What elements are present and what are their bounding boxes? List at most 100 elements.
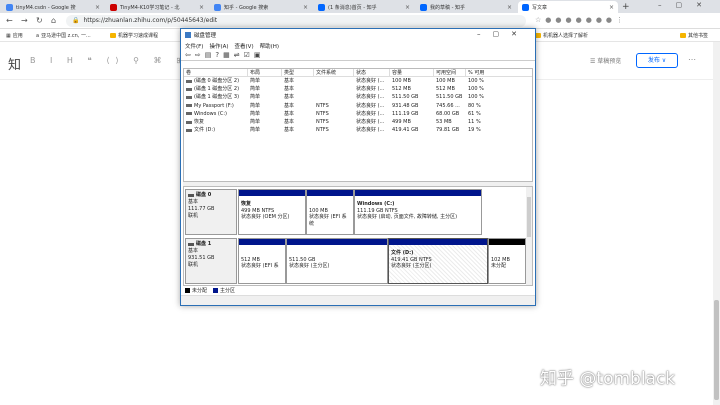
disk-1-info[interactable]: 磁盘 1 基本 931.51 GB 联机 [185,238,237,284]
zhihu-logo[interactable]: 知 [8,54,21,73]
column-header[interactable]: 可用空间 [434,69,466,76]
connect-icon[interactable]: ⇌ [234,51,240,59]
menu-help[interactable]: 帮助(H) [260,42,279,50]
url-bar[interactable]: 🔒 https://zhuanlan.zhihu.com/p/50445643/e… [66,15,526,27]
disk-size: 111.77 GB [188,206,215,212]
volume-cell: My Passport (F:) [184,102,248,110]
bookmark-others[interactable]: 其他书签 [680,32,708,39]
partition-unallocated[interactable]: 102 MB 未分配 [488,238,526,284]
list-icon[interactable]: ▤ [205,51,212,59]
column-header[interactable]: 文件系统 [314,69,354,76]
tab-1[interactable]: tinyM4.csdn - Google 搜索 × [2,1,104,13]
partition-status: 状态良好 (主分区) [289,263,330,269]
window-titlebar[interactable]: 磁盘管理 –▢✕ [181,29,535,41]
type-cell: 基本 [284,94,295,101]
properties-icon[interactable]: ▣ [254,51,261,59]
capacity-cell: 419.41 GB [392,127,419,134]
scrollbar-thumb[interactable] [527,197,531,237]
table-row[interactable]: (磁盘 1 磁盘分区 2) 简单 基本 状态良好 (... 512 MB 512 MB 10… [184,85,532,93]
column-header[interactable]: % 可用 [466,69,532,76]
partition-primary-disk1[interactable]: 511.50 GB 状态良好 (主分区) [286,238,388,284]
graphical-view-scrollbar[interactable] [526,187,532,285]
partition-windows-c[interactable]: Windows (C:) 111.19 GB NTFS 状态良好 (启动, 页面… [354,189,482,235]
close-icon[interactable]: × [199,4,204,11]
home-icon[interactable]: ⌂ [51,16,56,25]
column-header[interactable]: 布局 [248,69,282,76]
column-header[interactable]: 卷 [184,69,248,76]
forward-icon[interactable]: → [21,16,28,25]
close-icon[interactable]: × [609,4,614,11]
disk-name: 磁盘 0 [196,192,212,198]
drive-icon [186,104,192,108]
amazon-icon: a [36,32,40,39]
bookmark-label: 机器学习速成课程 [118,33,159,39]
free-cell: 100 MB [436,78,455,84]
bookmark-amazon[interactable]: a 亚马逊中国 z.cn, 一... [36,32,91,40]
volume-name: (磁盘 1 磁盘分区 3) [194,94,240,101]
column-header[interactable]: 类型 [282,69,314,76]
partition-bar [307,190,353,196]
partition-efi-disk0[interactable]: 100 MB 状态良好 (EFI 系统 [306,189,354,235]
help-icon[interactable]: ? [215,51,219,59]
forward-icon[interactable]: ⇨ [195,51,201,59]
legend-label: 主分区 [220,288,236,294]
status-cell: 状态良好 (... [356,78,385,84]
bookmark-apps[interactable]: ▦ 应用 [6,32,23,40]
column-header[interactable]: 容量 [390,69,434,76]
table-row[interactable]: (磁盘 0 磁盘分区 2) 简单 基本 状态良好 (... 100 MB 100 MB 10… [184,77,532,85]
disk-management-icon [185,32,191,38]
grid-icon[interactable]: ▦ [223,51,230,59]
new-tab-button[interactable]: + [622,2,630,12]
capacity-cell: 931.48 GB [392,102,419,109]
table-row[interactable]: Windows (C:) 简单 基本 NTFS 状态良好 (... 111.19 GB 68… [184,110,532,118]
table-row[interactable]: 文件 (D:) 简单 基本 NTFS 状态良好 (... 419.41 GB 79.81 G… [184,126,532,134]
close-icon[interactable]: × [405,4,410,11]
close-icon[interactable]: × [507,4,512,11]
close-icon[interactable]: × [303,4,308,11]
menu-view[interactable]: 查看(V) [235,42,254,50]
tab-6-active[interactable]: 写文章 × [518,1,618,13]
disk-status: 联机 [188,213,199,219]
disk-0-info[interactable]: 磁盘 0 基本 111.77 GB 联机 [185,189,237,235]
tab-3[interactable]: 知乎 - Google 搜索 × [210,1,312,13]
partition-bar [287,239,387,245]
disk-type: 基本 [188,248,199,254]
tab-4[interactable]: (1 条消息)首页 - 知乎 × [314,1,414,13]
partition-files-d[interactable]: 文件 (D:) 419.41 GB NTFS 状态良好 (主分区) [388,238,488,284]
table-row[interactable]: 恢复 简单 基本 NTFS 状态良好 (... 499 MB 53 MB 11 % [184,118,532,126]
column-header[interactable]: 状态 [354,69,390,76]
window-buttons[interactable]: –▢✕ [477,30,529,38]
reload-icon[interactable]: ↻ [36,16,43,25]
more-icon[interactable]: ⋯ [688,55,696,64]
partition-status: 未分配 [491,263,507,269]
partition-efi-disk1[interactable]: 512 MB 状态良好 (EFI 系 [238,238,286,284]
close-icon[interactable]: × [95,4,100,11]
menu-action[interactable]: 操作(A) [209,42,228,50]
back-icon[interactable]: ⇦ [185,51,191,59]
bookmark-ml-course[interactable]: 机器学习速成课程 [110,32,158,39]
bookmark-robot[interactable]: 机机器人选择了解析 [535,32,588,39]
extension-icons[interactable]: ☆●●●●●●●⋮ [535,16,627,24]
window-controls[interactable]: –▢✕ [658,1,716,9]
publish-button[interactable]: 发布 ∨ [636,53,678,68]
back-icon[interactable]: ← [6,16,13,25]
page-scrollbar-thumb[interactable] [714,300,719,400]
partition-recovery[interactable]: 恢复 499 MB NTFS 状态良好 (OEM 分区) [238,189,306,235]
draft-preview-button[interactable]: ☰ 草稿预览 [590,56,621,65]
capacity-cell: 499 MB [392,118,411,125]
tab-2[interactable]: TinyM4-K10学习笔记 - 北... × [106,1,208,13]
menu-file[interactable]: 文件(F) [185,42,203,50]
volume-name: 恢复 [194,119,205,126]
table-row[interactable]: My Passport (F:) 简单 基本 NTFS 状态良好 (... 931.48 … [184,102,532,110]
status-bar [181,295,535,305]
check-icon[interactable]: ☑ [244,51,250,59]
fs-cell [314,77,354,85]
legend-swatch [185,288,190,293]
url-text: https://zhuanlan.zhihu.com/p/50445643/ed… [83,17,218,24]
disk-icon [188,243,194,246]
drive-icon [186,79,192,83]
table-row[interactable]: (磁盘 1 磁盘分区 3) 简单 基本 状态良好 (... 511.50 GB 511.5… [184,93,532,101]
partition-bar [389,239,487,245]
partition-status: 状态良好 (EFI 系 [241,263,279,269]
tab-5[interactable]: 我的草稿 - 知乎 × [416,1,516,13]
